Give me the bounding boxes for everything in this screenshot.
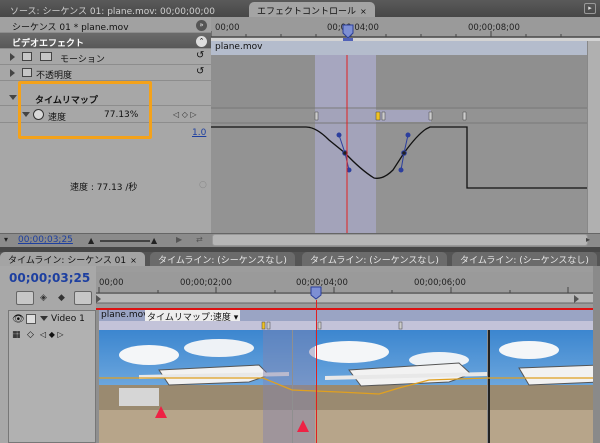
marker-icon[interactable]: ◈ (40, 293, 47, 303)
show-keyframes-icon[interactable]: ◇ (27, 330, 34, 340)
highlight-box (18, 81, 152, 139)
tab-timeline-label: タイムライン: シーケンス 01 (8, 256, 127, 266)
tab-timeline-empty-3[interactable]: タイムライン: (シーケンスなし) (452, 252, 597, 266)
eye-icon[interactable]: 👁 (12, 314, 25, 325)
scrollbar-horizontal[interactable] (212, 234, 588, 246)
zoom-out-icon[interactable]: ▲ (88, 236, 94, 245)
tab-effect-label: エフェクトコントロール (257, 7, 357, 17)
effect-row-opacity[interactable]: 不透明度 ↺ (0, 65, 211, 81)
lock-track-icon[interactable] (26, 314, 36, 324)
motion-icon (40, 52, 52, 61)
toggle-timeline-icon[interactable]: » (196, 20, 207, 31)
velocity-handle-icon: ○ (199, 180, 207, 190)
effect-row-motion[interactable]: モーション ↺ (0, 49, 211, 65)
panel-tab-bar: ソース: シーケンス 01: plane.mov: 00;00;00;00 エフ… (0, 0, 600, 17)
video-thumbnails (99, 330, 600, 443)
collapse-track-icon[interactable] (40, 316, 48, 321)
expand-icon[interactable] (10, 53, 15, 61)
sequence-label: シーケンス 01 * plane.mov (12, 23, 129, 33)
reset-icon[interactable]: ↺ (196, 50, 204, 61)
expand-icon[interactable] (10, 69, 15, 77)
thumbnail-frame (488, 330, 600, 443)
effect-bottom-bar: ▾ 00;00;03;25 ▲ ▲ ▶ ⇄ ▸ (0, 233, 600, 247)
scrollbar-vertical[interactable] (587, 41, 600, 233)
speed-readout-row: 速度 : 77.13 /秒 ○ (0, 177, 211, 197)
graph-scale-value[interactable]: 1.0 (192, 128, 206, 138)
ruler-ticks (211, 24, 600, 41)
timeline-ruler-ticks (96, 286, 600, 310)
snap-icon[interactable] (16, 291, 34, 305)
track-name: Video 1 (51, 314, 85, 324)
video-effects-label: ビデオエフェクト (12, 39, 85, 49)
timeline-tab-bar: タイムライン: シーケンス 01 × タイムライン: (シーケンスなし) タイムラ… (0, 252, 600, 266)
timeline-playhead-line (316, 300, 317, 443)
motion-label: モーション (60, 55, 105, 65)
clip-label: plane.mov (101, 310, 149, 320)
keyframe-nav-icon[interactable]: ◁ ◆ ▷ (40, 330, 64, 339)
more-icon[interactable]: ▸ (586, 235, 590, 244)
tab-timeline-label: タイムライン: (シーケンスなし) (310, 256, 439, 266)
opacity-label: 不透明度 (36, 71, 73, 81)
tab-timeline-label: タイムライン: (シーケンスなし) (460, 256, 589, 266)
display-style-icon[interactable]: ▦ (12, 330, 21, 340)
clip-header[interactable]: plane.mov タイムリマップ:速度 ▾ (99, 310, 600, 323)
fx-toggle-icon[interactable] (22, 52, 32, 61)
collapse-triangle-icon[interactable] (9, 95, 17, 100)
thumbnail-frame (293, 330, 487, 443)
video-track-header: 👁 Video 1 ▦ ◇ ◁ ◆ ▷ (8, 310, 96, 443)
loop-icon[interactable]: ⇄ (196, 235, 203, 244)
zoom-slider[interactable] (100, 240, 150, 242)
tab-effect-controls[interactable]: エフェクトコントロール × (249, 2, 375, 17)
collapse-icon[interactable]: ⌃ (196, 36, 207, 47)
speed-readout: 速度 : 77.13 /秒 (70, 183, 138, 193)
clip-name: plane.mov (215, 42, 263, 52)
scrollbar-vertical[interactable] (593, 266, 600, 443)
play-icon[interactable]: ▶ (176, 235, 182, 244)
link-icon[interactable] (74, 291, 92, 305)
keyframe-icon[interactable]: ◆ (58, 293, 65, 303)
timeline-timecode[interactable]: 00;00;03;25 (9, 271, 90, 285)
tab-source[interactable]: ソース: シーケンス 01: plane.mov: 00;00;00;00 (2, 2, 223, 17)
close-icon[interactable]: × (360, 7, 367, 16)
sequence-header: シーケンス 01 * plane.mov » (0, 17, 211, 33)
tab-source-label: ソース: シーケンス 01: plane.mov: 00;00;00;00 (10, 7, 215, 17)
clock-icon: ▾ (4, 235, 9, 244)
close-icon[interactable]: × (130, 256, 137, 265)
bottom-timecode[interactable]: 00;00;03;25 (18, 235, 73, 245)
video-effects-header: ビデオエフェクト ⌃ (0, 33, 211, 49)
tab-timeline-seq01[interactable]: タイムライン: シーケンス 01 × (0, 252, 145, 266)
fx-toggle-icon[interactable] (22, 68, 32, 77)
panel-menu-icon[interactable]: ▸ (584, 3, 596, 14)
speed-graph[interactable] (211, 55, 587, 233)
keyframe-nav-icon[interactable]: ◁ ◇ ▷ (173, 110, 197, 119)
reset-icon[interactable]: ↺ (196, 66, 204, 77)
clip-name-bar: plane.mov (211, 41, 587, 55)
tab-timeline-empty-2[interactable]: タイムライン: (シーケンスなし) (302, 252, 447, 266)
zoom-in-icon[interactable]: ▲ (151, 236, 157, 245)
thumbnail-frame (99, 330, 292, 443)
tab-timeline-empty-1[interactable]: タイムライン: (シーケンスなし) (150, 252, 295, 266)
speed-keyframe-markers[interactable] (99, 321, 600, 330)
tab-timeline-label: タイムライン: (シーケンスなし) (158, 256, 287, 266)
